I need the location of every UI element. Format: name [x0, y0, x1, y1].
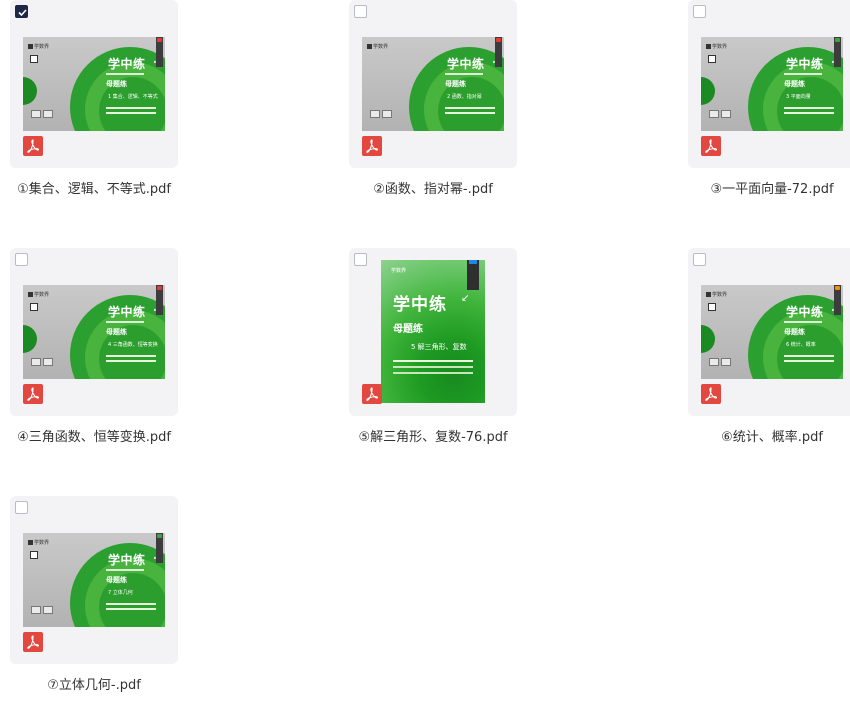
file-name[interactable]: ⑤解三角形、复数-76.pdf [349, 426, 517, 445]
select-checkbox[interactable] [15, 5, 28, 18]
pdf-icon [23, 632, 43, 652]
select-checkbox[interactable] [693, 253, 706, 266]
pdf-icon [362, 384, 382, 404]
pdf-thumbnail: 学数界 学中练↙ 母题练 2 函数、指对幂 [362, 37, 504, 131]
pdf-thumbnail: 学数界 学中练↙ 母题练 7 立体几何 [23, 533, 165, 627]
file-item[interactable]: 学数界 学中练↙ 母题练 1 集合、逻辑、不等式 ①集合、逻辑、不等式.pdf [10, 0, 178, 197]
file-name[interactable]: ④三角函数、恒等变换.pdf [10, 426, 178, 445]
select-checkbox[interactable] [354, 253, 367, 266]
pdf-thumbnail: 学数界 学中练 ↙ 母题练 5 解三角形、复数 [381, 260, 485, 403]
file-name[interactable]: ③一平面向量-72.pdf [688, 178, 850, 197]
pdf-icon [701, 136, 721, 156]
file-card[interactable]: 学数界 学中练↙ 母题练 4 三角函数、恒等变换 [10, 248, 178, 416]
file-item[interactable]: 学数界 学中练↙ 母题练 6 统计、概率 ⑥统计、概率.pdf [688, 248, 850, 445]
file-item[interactable]: 学数界 学中练↙ 母题练 4 三角函数、恒等变换 ④三角函数、恒等变换.pdf [10, 248, 178, 445]
file-card[interactable]: 学数界 学中练↙ 母题练 6 统计、概率 [688, 248, 850, 416]
file-card[interactable]: 学数界 学中练↙ 母题练 7 立体几何 [10, 496, 178, 664]
file-item[interactable]: 学数界 学中练↙ 母题练 2 函数、指对幂 ②函数、指对幂-.pdf [349, 0, 517, 197]
pdf-thumbnail: 学数界 学中练↙ 母题练 6 统计、概率 [701, 285, 843, 379]
pdf-thumbnail: 学数界 学中练↙ 母题练 3 平面向量 [701, 37, 843, 131]
pdf-thumbnail: 学数界 学中练↙ 母题练 4 三角函数、恒等变换 [23, 285, 165, 379]
file-name[interactable]: ①集合、逻辑、不等式.pdf [10, 178, 178, 197]
file-item[interactable]: 学数界 学中练↙ 母题练 3 平面向量 ③一平面向量-72.pdf [688, 0, 850, 197]
pdf-icon [23, 136, 43, 156]
pdf-icon [23, 384, 43, 404]
file-item[interactable]: 学数界 学中练↙ 母题练 7 立体几何 ⑦立体几何-.pdf [10, 496, 178, 693]
file-item[interactable]: 学数界 学中练 ↙ 母题练 5 解三角形、复数 ⑤解三角形、复数-76.pdf [349, 248, 517, 445]
select-checkbox[interactable] [15, 253, 28, 266]
file-name[interactable]: ②函数、指对幂-.pdf [349, 178, 517, 197]
select-checkbox[interactable] [354, 5, 367, 18]
file-card[interactable]: 学数界 学中练↙ 母题练 3 平面向量 [688, 0, 850, 168]
pdf-thumbnail: 学数界 学中练↙ 母题练 1 集合、逻辑、不等式 [23, 37, 165, 131]
file-card[interactable]: 学数界 学中练↙ 母题练 2 函数、指对幂 [349, 0, 517, 168]
checkmark-icon [18, 9, 27, 17]
pdf-icon [701, 384, 721, 404]
pdf-icon [362, 136, 382, 156]
file-card[interactable]: 学数界 学中练 ↙ 母题练 5 解三角形、复数 [349, 248, 517, 416]
file-name[interactable]: ⑥统计、概率.pdf [688, 426, 850, 445]
select-checkbox[interactable] [693, 5, 706, 18]
file-name[interactable]: ⑦立体几何-.pdf [10, 674, 178, 693]
file-card[interactable]: 学数界 学中练↙ 母题练 1 集合、逻辑、不等式 [10, 0, 178, 168]
select-checkbox[interactable] [15, 501, 28, 514]
